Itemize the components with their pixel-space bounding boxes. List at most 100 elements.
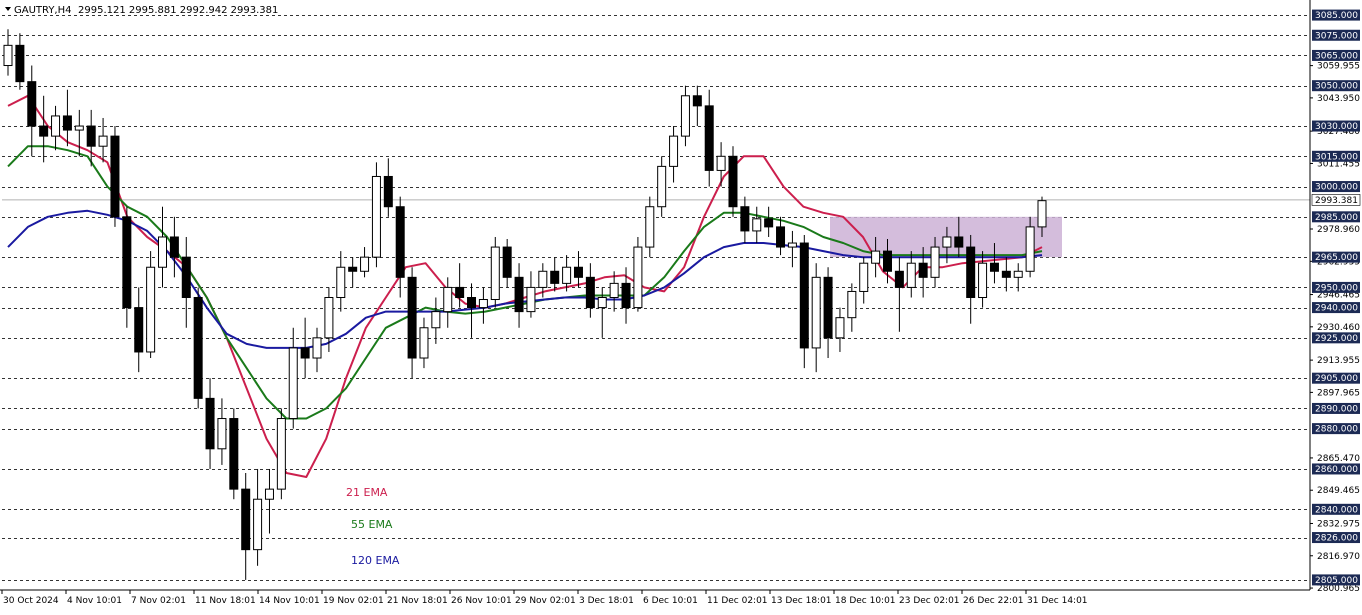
candle-body xyxy=(930,246,940,278)
candle-body xyxy=(989,262,999,272)
candle-body xyxy=(621,282,631,309)
level-tag-label: 2940.000 xyxy=(1315,304,1358,314)
candle-body xyxy=(478,299,488,309)
x-tick-label: 6 Dec 10:01 xyxy=(643,596,698,606)
candle[interactable] xyxy=(193,287,203,409)
x-tick-label: 11 Dec 02:01 xyxy=(707,596,768,606)
level-tag-label: 2860.000 xyxy=(1315,465,1358,475)
x-tick-label: 31 Dec 14:01 xyxy=(1027,596,1088,606)
symbol-label: GAUTRY,H4 xyxy=(14,5,72,16)
level-tag-label: 3075.000 xyxy=(1315,31,1358,41)
candle-body xyxy=(526,286,536,313)
candle-body xyxy=(1037,200,1047,228)
level-tag-label: 2826.000 xyxy=(1315,534,1358,544)
level-tag-label: 3050.000 xyxy=(1315,82,1358,92)
legend-21-ema: 21 EMA xyxy=(346,486,388,499)
level-tag-label: 3015.000 xyxy=(1315,152,1358,162)
candle-body xyxy=(217,418,227,450)
candle-body xyxy=(978,262,988,299)
candle-body xyxy=(443,286,453,313)
x-tick-label: 13 Dec 18:01 xyxy=(771,596,832,606)
candle-body xyxy=(502,246,512,278)
candle-body xyxy=(550,270,560,284)
candle-body xyxy=(193,297,203,399)
price-chart[interactable]: 3059.9553043.9503027.4803011.4552978.960… xyxy=(0,0,1362,611)
candle-body xyxy=(324,297,334,339)
candle-body xyxy=(811,276,821,349)
candle[interactable] xyxy=(728,146,738,217)
candle-body xyxy=(383,175,393,208)
x-tick-label: 18 Dec 10:01 xyxy=(835,596,896,606)
x-tick-label: 14 Nov 10:01 xyxy=(259,596,320,606)
candle-body xyxy=(371,175,381,258)
candle-body xyxy=(942,236,952,248)
legend-55-ema: 55 EMA xyxy=(351,518,393,531)
candle-body xyxy=(395,206,405,278)
candle-body xyxy=(74,125,84,131)
candle-body xyxy=(51,115,61,137)
legend-120-ema: 120 EMA xyxy=(351,554,400,567)
candle-body xyxy=(455,286,465,298)
y-tick-label: 2849.465 xyxy=(1317,486,1360,496)
candle-body xyxy=(490,246,500,301)
candle-body xyxy=(882,250,892,272)
x-tick-label: 11 Nov 18:01 xyxy=(195,596,256,606)
x-tick-label: 30 Oct 2024 xyxy=(3,596,59,606)
x-tick-label: 29 Nov 02:01 xyxy=(515,596,576,606)
candle-body xyxy=(181,256,191,299)
candle-body xyxy=(514,276,524,313)
candle-body xyxy=(86,125,96,147)
candle-body xyxy=(716,155,726,171)
level-tag-label: 3000.000 xyxy=(1315,183,1358,193)
y-tick-label: 3043.950 xyxy=(1317,94,1360,104)
candle-body xyxy=(585,276,595,309)
x-tick-label: 21 Nov 18:01 xyxy=(387,596,448,606)
level-tag-label: 2890.000 xyxy=(1315,404,1358,414)
y-tick-label: 2816.970 xyxy=(1317,552,1360,562)
candle[interactable] xyxy=(229,408,239,500)
candle[interactable] xyxy=(110,126,120,227)
candle[interactable] xyxy=(633,236,643,312)
candle-body xyxy=(360,256,370,272)
candle-body xyxy=(205,397,215,450)
candle-body xyxy=(680,95,690,137)
candle-body xyxy=(158,236,168,268)
candle-body xyxy=(669,135,679,167)
candle-body xyxy=(787,242,797,248)
candle[interactable] xyxy=(146,251,156,359)
candle-body xyxy=(871,250,881,264)
candle-body xyxy=(98,135,108,147)
candle[interactable] xyxy=(276,408,286,500)
current-price-label: 2993.381 xyxy=(1315,196,1358,206)
level-tag-label: 2905.000 xyxy=(1315,374,1358,384)
candle-body xyxy=(419,327,429,359)
level-tag-label: 2880.000 xyxy=(1315,425,1358,435)
candle-body xyxy=(562,266,572,284)
x-tick-label: 26 Dec 22:01 xyxy=(963,596,1024,606)
level-tag-label: 2965.000 xyxy=(1315,253,1358,263)
candle-body xyxy=(894,270,904,288)
candle-body xyxy=(300,347,310,359)
candle-body xyxy=(847,290,857,319)
candle[interactable] xyxy=(490,236,500,308)
candle-body xyxy=(799,242,809,349)
candle-body xyxy=(954,236,964,248)
candle-body xyxy=(288,347,298,420)
y-tick-label: 3059.955 xyxy=(1317,62,1360,72)
candle-body xyxy=(146,266,156,353)
y-tick-label: 2978.960 xyxy=(1317,225,1360,235)
candle-body xyxy=(823,276,833,339)
candle-body xyxy=(336,266,346,299)
candle-body xyxy=(276,418,286,490)
candle-body xyxy=(633,246,643,309)
x-tick-label: 7 Nov 02:01 xyxy=(131,596,186,606)
candle-body xyxy=(906,262,916,288)
candle[interactable] xyxy=(799,234,809,369)
candle-body xyxy=(39,125,49,137)
candle[interactable] xyxy=(371,162,381,268)
candle-body xyxy=(918,262,928,278)
candle-body xyxy=(264,488,274,500)
candle-body xyxy=(134,307,144,353)
candle-body xyxy=(966,246,976,299)
candle-body xyxy=(776,226,786,248)
